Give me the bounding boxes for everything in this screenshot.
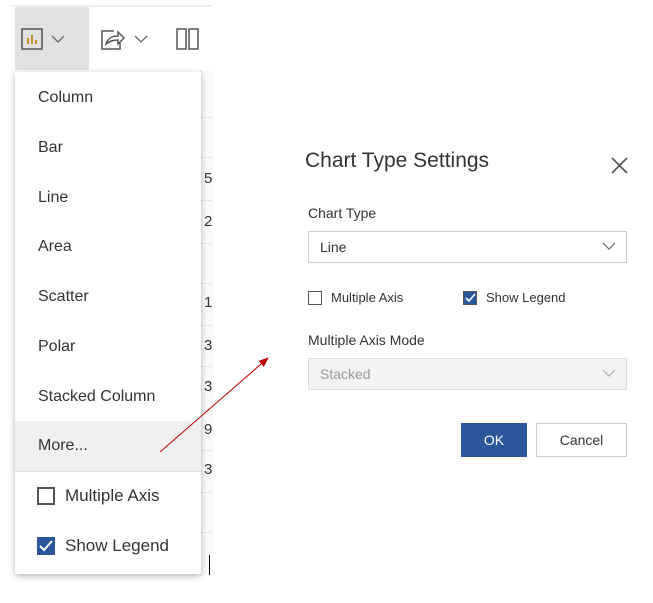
chevron-down-icon bbox=[602, 369, 616, 377]
show-legend-label: Show Legend bbox=[486, 290, 566, 305]
checkmark-icon bbox=[463, 290, 477, 305]
chart-type-value: Line bbox=[320, 239, 347, 255]
multiple-axis-mode-value: Stacked bbox=[320, 366, 371, 382]
dialog-multiple-axis-checkbox[interactable]: Multiple Axis bbox=[308, 290, 403, 305]
chevron-down-icon bbox=[602, 242, 616, 250]
cancel-button[interactable]: Cancel bbox=[536, 423, 627, 457]
chart-type-settings-dialog: Chart Type Settings Chart Type Line Mult… bbox=[290, 130, 640, 480]
chart-type-select[interactable]: Line bbox=[308, 231, 627, 263]
multiple-axis-mode-label: Multiple Axis Mode bbox=[308, 332, 425, 348]
multiple-axis-label: Multiple Axis bbox=[331, 290, 404, 305]
dialog-show-legend-checkbox[interactable]: Show Legend bbox=[463, 290, 566, 305]
ok-button[interactable]: OK bbox=[461, 423, 527, 457]
dialog-title: Chart Type Settings bbox=[305, 149, 490, 172]
checkbox-unchecked-icon bbox=[308, 290, 322, 305]
close-icon[interactable] bbox=[611, 157, 628, 174]
chart-type-label: Chart Type bbox=[308, 205, 377, 221]
multiple-axis-mode-select[interactable]: Stacked bbox=[308, 358, 627, 390]
